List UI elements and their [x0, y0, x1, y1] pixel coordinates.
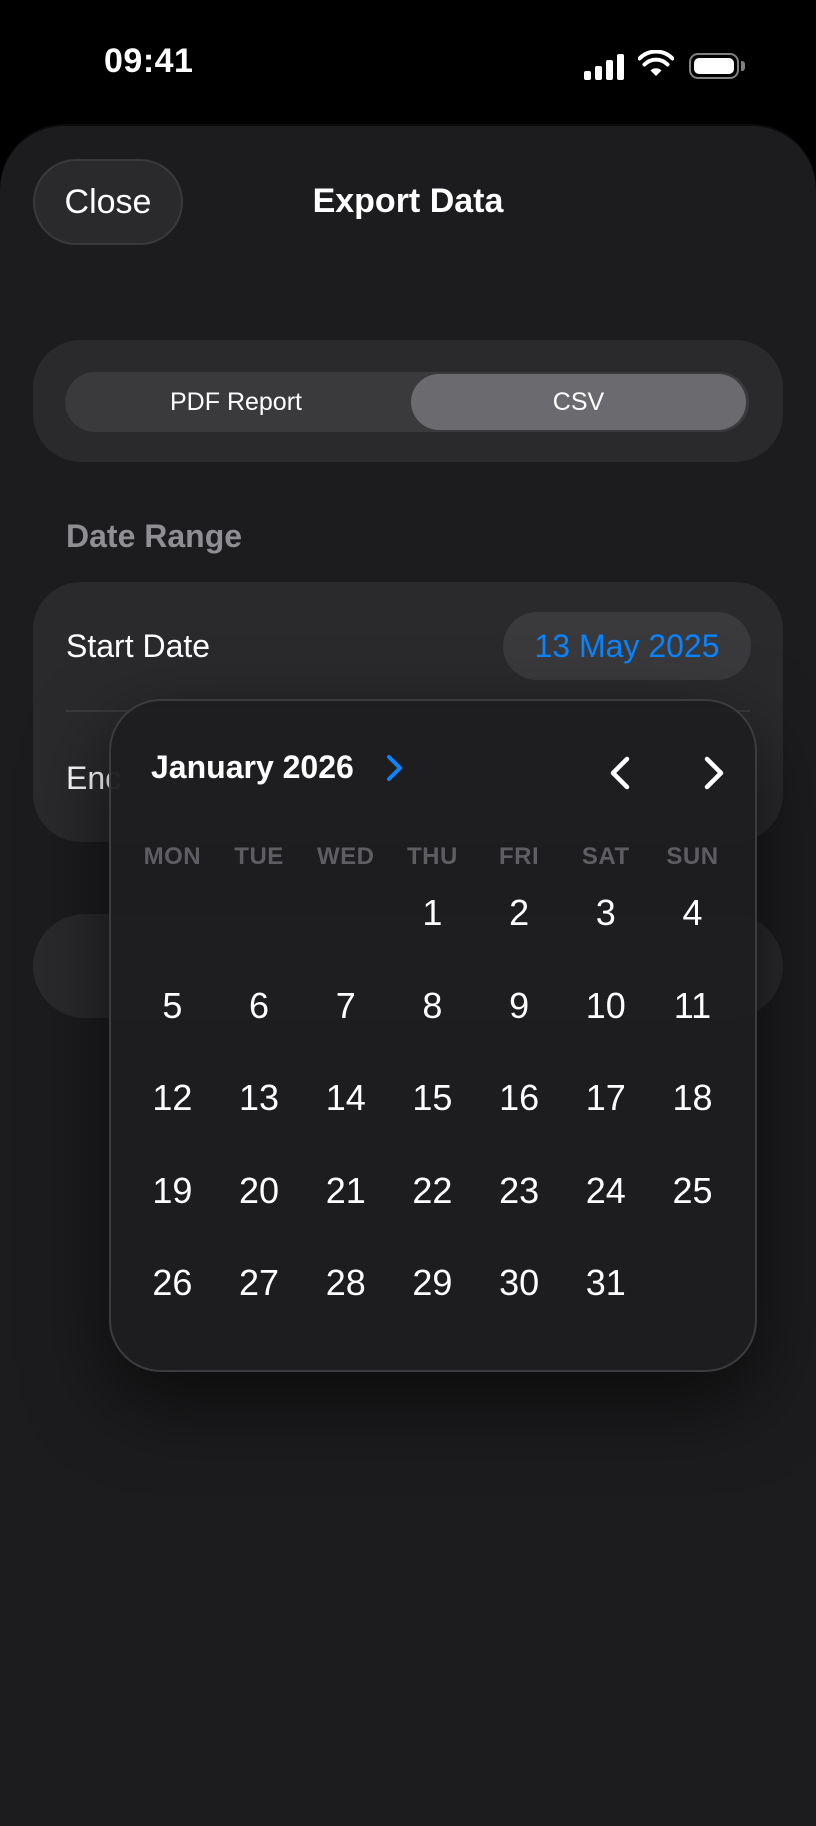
day-29[interactable]: 29	[389, 1265, 476, 1358]
start-date-button[interactable]: 13 May 2025	[503, 612, 751, 680]
day-17[interactable]: 17	[562, 1080, 649, 1173]
day-8[interactable]: 8	[389, 987, 476, 1081]
day-6[interactable]: 6	[216, 987, 303, 1081]
weekday-sun: SUN	[666, 843, 719, 870]
weekday-tue: TUE	[234, 843, 284, 870]
status-time: 09:41	[104, 42, 194, 80]
day-24[interactable]: 24	[562, 1172, 649, 1266]
weekday-fri: FRI	[499, 843, 540, 870]
empty-cell	[129, 895, 216, 988]
weekday-header: MON TUE WED THU FRI SAT SUN	[129, 843, 736, 871]
day-22[interactable]: 22	[389, 1172, 476, 1266]
day-2[interactable]: 2	[476, 895, 563, 988]
day-5[interactable]: 5	[129, 987, 216, 1081]
page-title: Export Data	[312, 182, 504, 220]
day-31[interactable]: 31	[562, 1265, 649, 1358]
day-9[interactable]: 9	[476, 987, 563, 1081]
day-21[interactable]: 21	[302, 1172, 389, 1266]
previous-month-button[interactable]	[599, 751, 643, 795]
day-26[interactable]: 26	[129, 1265, 216, 1358]
day-30[interactable]: 30	[476, 1265, 563, 1358]
next-month-button[interactable]	[691, 751, 735, 795]
day-11[interactable]: 11	[649, 987, 736, 1081]
section-label-date-range: Date Range	[66, 518, 243, 554]
day-4[interactable]: 4	[649, 895, 736, 988]
day-20[interactable]: 20	[216, 1172, 303, 1266]
day-1[interactable]: 1	[389, 895, 476, 988]
date-picker-popover: January 2026 MON TUE WED THU FRI SAT SUN 12345…	[109, 699, 757, 1372]
month-year-button[interactable]: January 2026	[151, 749, 354, 786]
day-12[interactable]: 12	[129, 1080, 216, 1173]
day-grid: 1 2 3 4 5 6 7 8 9 10 11 12 13 14 15 16 17 18 19 20 21 22 23 24 2…	[129, 895, 736, 1358]
weekday-sat: SAT	[581, 843, 630, 870]
segment-pdf-report[interactable]: PDF Report	[65, 372, 407, 432]
day-18[interactable]: 18	[649, 1080, 736, 1173]
day-15[interactable]: 15	[389, 1080, 476, 1173]
day-19[interactable]: 19	[129, 1172, 216, 1266]
empty-cell	[216, 895, 303, 988]
day-13[interactable]: 13	[216, 1080, 303, 1173]
day-10[interactable]: 10	[562, 987, 649, 1081]
start-date-label: Start Date	[66, 628, 211, 664]
chevron-right-icon[interactable]	[386, 753, 404, 783]
weekday-wed: WED	[316, 843, 375, 870]
segment-csv[interactable]: CSV	[411, 374, 746, 430]
day-27[interactable]: 27	[216, 1265, 303, 1358]
battery-icon	[689, 53, 739, 79]
day-28[interactable]: 28	[302, 1265, 389, 1358]
battery-cap	[741, 61, 745, 71]
day-14[interactable]: 14	[302, 1080, 389, 1173]
day-3[interactable]: 3	[562, 895, 649, 988]
signal-icon	[584, 54, 624, 80]
day-25[interactable]: 25	[649, 1172, 736, 1266]
wifi-icon	[638, 50, 674, 76]
status-bar: 09:41	[0, 0, 816, 130]
day-23[interactable]: 23	[476, 1172, 563, 1266]
weekday-thu: THU	[406, 843, 458, 870]
day-16[interactable]: 16	[476, 1080, 563, 1173]
weekday-mon: MON	[143, 843, 202, 870]
empty-cell	[302, 895, 389, 988]
day-7[interactable]: 7	[302, 987, 389, 1081]
